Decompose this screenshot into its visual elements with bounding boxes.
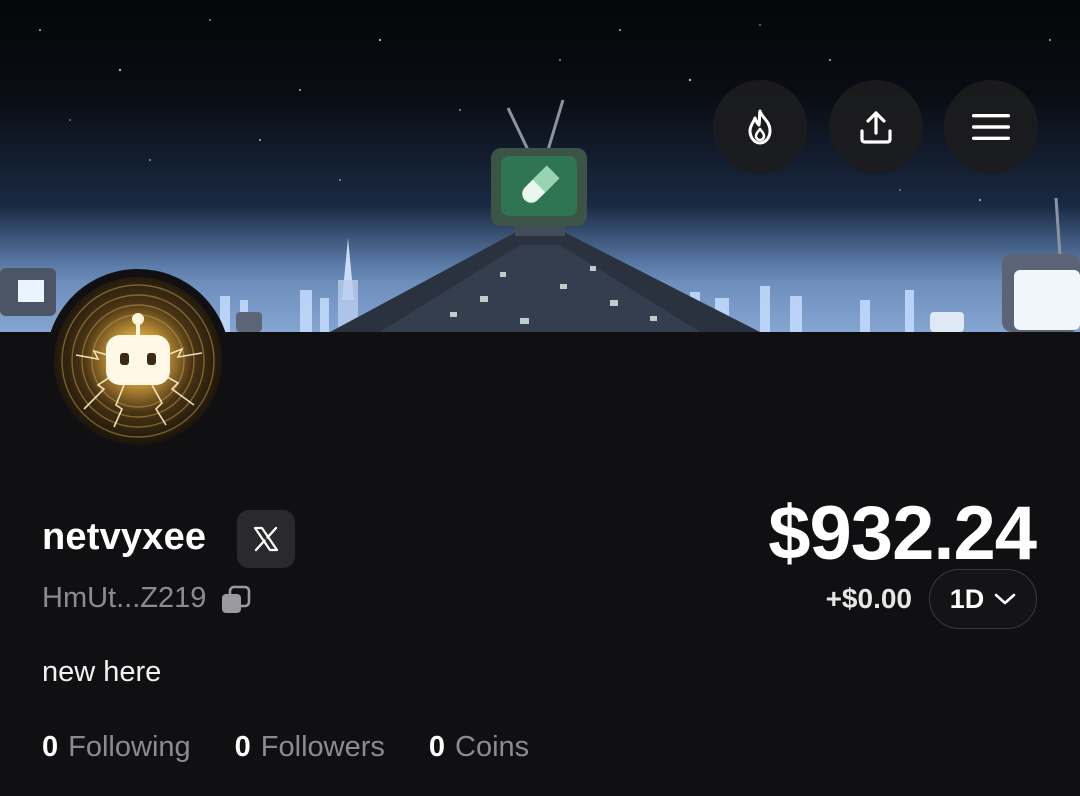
stat-following[interactable]: 0 Following bbox=[42, 731, 191, 764]
x-social-link[interactable] bbox=[237, 510, 295, 568]
share-upload-icon bbox=[860, 111, 892, 144]
stat-coins[interactable]: 0 Coins bbox=[429, 731, 529, 764]
menu-button[interactable] bbox=[944, 80, 1038, 174]
following-label: Following bbox=[68, 731, 191, 763]
copy-icon bbox=[222, 585, 251, 613]
coins-count: 0 bbox=[428, 731, 446, 763]
profile-bio: new here bbox=[42, 656, 162, 688]
period-label: 1D bbox=[949, 583, 985, 614]
following-count: 0 bbox=[42, 731, 59, 763]
share-button[interactable] bbox=[829, 80, 923, 174]
portfolio-balance: $932.24 bbox=[768, 491, 1037, 576]
chevron-down-icon bbox=[994, 593, 1016, 605]
fire-button[interactable] bbox=[713, 80, 807, 174]
period-selector[interactable]: 1D bbox=[929, 569, 1037, 629]
hamburger-menu-icon bbox=[972, 114, 1010, 140]
followers-count: 0 bbox=[234, 731, 251, 763]
avatar[interactable] bbox=[46, 269, 230, 453]
stat-followers[interactable]: 0 Followers bbox=[235, 731, 385, 764]
portfolio-change: +$0.00 bbox=[825, 583, 912, 614]
robot-lightning-icon bbox=[61, 284, 215, 438]
robot-avatar-image bbox=[54, 277, 222, 445]
copy-address-button[interactable] bbox=[220, 584, 252, 621]
profile-stats: 0 Following 0 Followers 0 Coins bbox=[42, 731, 573, 764]
coins-label: Coins bbox=[455, 731, 530, 763]
followers-label: Followers bbox=[260, 731, 385, 763]
wallet-address: HmUt...Z219 bbox=[42, 582, 207, 614]
x-logo-icon bbox=[253, 526, 279, 552]
username: netvyxee bbox=[42, 516, 207, 558]
fire-icon bbox=[748, 109, 772, 145]
